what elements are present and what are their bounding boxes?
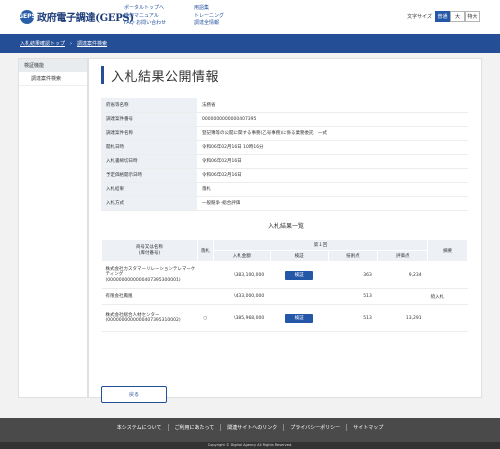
col-winner: 落札 bbox=[196, 239, 214, 262]
info-row: 入札書締切日時 令和06年02月16日 bbox=[101, 154, 468, 169]
results-title: 入札結果一覧 bbox=[267, 223, 304, 230]
info-label: 調達案件名称 bbox=[101, 126, 197, 141]
winner-mark bbox=[197, 261, 214, 289]
col-verify: 検証 bbox=[269, 250, 329, 262]
nav-manual[interactable]: 操作マニュアル bbox=[124, 13, 166, 21]
sidebar: 検証機能 調達案件検索 bbox=[18, 58, 88, 398]
verify-cell bbox=[270, 288, 329, 305]
winner-mark bbox=[197, 288, 214, 305]
table-row: 株式会社総合人材センター(0000000000000407395310002) … bbox=[101, 304, 468, 332]
table-row: 株式会社カスタマーリレーションテレマーケティング(000000000000040… bbox=[101, 261, 468, 289]
info-value: 一般競争･総合評価 bbox=[197, 196, 468, 211]
info-label: 入札方式 bbox=[101, 196, 197, 211]
info-row: 府省等名称 法務省 bbox=[101, 98, 468, 113]
footer-link-related[interactable]: 関連サイトへのリンク bbox=[221, 424, 285, 431]
remarks bbox=[427, 261, 468, 289]
info-row: 開札日時 令和06年02月16日 10時16分 bbox=[101, 140, 468, 155]
nav-portal-top[interactable]: ポータルトップへ bbox=[124, 5, 166, 13]
font-size-switcher: 文字サイズ 普通 大 特大 bbox=[407, 11, 480, 22]
info-label: 予定価格開示日時 bbox=[101, 168, 197, 183]
info-value: 法務省 bbox=[197, 98, 468, 113]
nav-faq[interactable]: FAQ･お問い合わせ bbox=[124, 20, 166, 28]
main-content: 入札結果公開情報 府省等名称 法務省 調達案件番号 0000000000000407… bbox=[88, 58, 482, 403]
info-label: 府省等名称 bbox=[101, 98, 197, 113]
col-round: 第１回 bbox=[212, 239, 429, 251]
nav-glossary[interactable]: 用語集 bbox=[194, 5, 224, 13]
col-tech: 技術点 bbox=[327, 250, 379, 262]
bid-info-table: 府省等名称 法務省 調達案件番号 0000000000000407395 調達案件名… bbox=[101, 98, 468, 211]
info-value: 令和06年02月16日 10時16分 bbox=[197, 140, 468, 155]
company-name: 株式会社総合人材センター(0000000000000407395310002) bbox=[101, 304, 198, 332]
info-row: 調達案件名称 登記簿等の公開に関する事務(乙号事務)に係る業務委託 一式 bbox=[101, 126, 468, 141]
footer-link-usage[interactable]: ご利用にあたって bbox=[169, 424, 222, 431]
tech-score: 513 bbox=[328, 304, 378, 332]
font-size-xlarge-button[interactable]: 特大 bbox=[465, 11, 480, 22]
info-label: 調達案件番号 bbox=[101, 112, 197, 127]
info-row: 調達案件番号 0000000000000407395 bbox=[101, 112, 468, 127]
info-row: 入札方式 一般競争･総合評価 bbox=[101, 196, 468, 211]
geps-logo-icon: GEPS bbox=[18, 9, 36, 24]
sidebar-heading: 検証機能 bbox=[19, 59, 87, 72]
tech-score: 363 bbox=[328, 261, 378, 289]
info-label: 開札日時 bbox=[101, 140, 197, 155]
sidebar-item-case-search[interactable]: 調達案件検索 bbox=[19, 72, 87, 86]
col-remarks: 摘要 bbox=[427, 239, 468, 262]
bid-amount: \383,100,000 bbox=[213, 261, 271, 289]
footer-link-about[interactable]: 本システムについて bbox=[111, 424, 169, 431]
header-nav-secondary: 用語集 トレーニング 調達全情報 bbox=[194, 5, 224, 28]
remarks: 続入札 bbox=[427, 288, 468, 305]
table-row: 有限会社鳳凰 \433,000,000 513 続入札 bbox=[101, 288, 468, 305]
bid-amount: \433,000,000 bbox=[213, 288, 271, 305]
verify-cell: 検証 bbox=[270, 304, 329, 332]
remarks bbox=[427, 304, 468, 332]
nav-training[interactable]: トレーニング bbox=[194, 13, 224, 21]
company-name: 株式会社カスタマーリレーションテレマーケティング(000000000000040… bbox=[101, 261, 198, 289]
footer-links: 本システムについて ご利用にあたって 関連サイトへのリンク プライバシーポリシー… bbox=[0, 424, 500, 431]
eval-score bbox=[377, 288, 428, 305]
verify-button[interactable]: 検証 bbox=[285, 270, 314, 280]
col-company: 商号又は名称 (库付番号) bbox=[101, 239, 198, 262]
info-row: 入札結果 落札 bbox=[101, 182, 468, 197]
font-size-normal-button[interactable]: 普通 bbox=[435, 11, 450, 22]
nav-all-procurement[interactable]: 調達全情報 bbox=[194, 20, 224, 28]
font-size-label: 文字サイズ bbox=[407, 14, 432, 20]
site-header: GEPS 政府電子調達(GEPS) ポータルトップへ 操作マニュアル FAQ･お… bbox=[0, 0, 500, 34]
info-value: 落札 bbox=[197, 182, 468, 197]
info-label: 入札結果 bbox=[101, 182, 197, 197]
info-value: 0000000000000407395 bbox=[197, 112, 468, 127]
info-value: 令和06年02月16日 bbox=[197, 168, 468, 183]
verify-cell: 検証 bbox=[270, 261, 329, 289]
company-name: 有限会社鳳凰 bbox=[101, 288, 198, 305]
col-amount: 入札金額 bbox=[212, 250, 271, 262]
footer-link-privacy[interactable]: プライバシーポリシー bbox=[284, 424, 348, 431]
page-title: 入札結果公開情報 bbox=[101, 66, 219, 85]
site-title: 政府電子調達(GEPS) bbox=[37, 13, 134, 24]
info-value: 令和06年02月16日 bbox=[197, 154, 468, 169]
info-label: 入札書締切日時 bbox=[101, 154, 197, 169]
site-footer: 本システムについて ご利用にあたって 関連サイトへのリンク プライバシーポリシー… bbox=[0, 418, 500, 449]
tech-score: 513 bbox=[328, 288, 378, 305]
header-nav-primary: ポータルトップへ 操作マニュアル FAQ･お問い合わせ bbox=[124, 5, 166, 28]
results-header-row: 商号又は名称 (库付番号) 落札 第１回 摘要 bbox=[101, 239, 468, 262]
breadcrumb-results-top[interactable]: 入札結果確認トップ bbox=[20, 40, 65, 47]
breadcrumb-case-search[interactable]: 調達案件検索 bbox=[77, 40, 107, 47]
col-score: 評価点 bbox=[377, 250, 429, 262]
eval-score: 13,291 bbox=[377, 304, 428, 332]
winner-mark: ○ bbox=[197, 304, 214, 332]
breadcrumb-separator: › bbox=[70, 40, 73, 47]
eval-score: 9,234 bbox=[377, 261, 428, 289]
footer-link-sitemap[interactable]: サイトマップ bbox=[347, 424, 389, 431]
font-size-large-button[interactable]: 大 bbox=[450, 11, 465, 22]
info-row: 予定価格開示日時 令和06年02月16日 bbox=[101, 168, 468, 183]
bid-amount: \385,968,000 bbox=[213, 304, 271, 332]
back-button[interactable]: 戻る bbox=[101, 386, 167, 403]
verify-button[interactable]: 検証 bbox=[285, 313, 314, 323]
site-logo[interactable]: GEPS 政府電子調達(GEPS) bbox=[18, 9, 134, 24]
breadcrumb: 入札結果確認トップ › 調達案件検索 bbox=[0, 34, 500, 53]
copyright: Copyright © Digital Agency All Rights Re… bbox=[0, 442, 500, 449]
info-value: 登記簿等の公開に関する事務(乙号事務)に係る業務委託 一式 bbox=[197, 126, 468, 141]
bid-results-table: 商号又は名称 (库付番号) 落札 第１回 摘要 入札金額 検証 技術点 評価点 … bbox=[101, 239, 468, 332]
